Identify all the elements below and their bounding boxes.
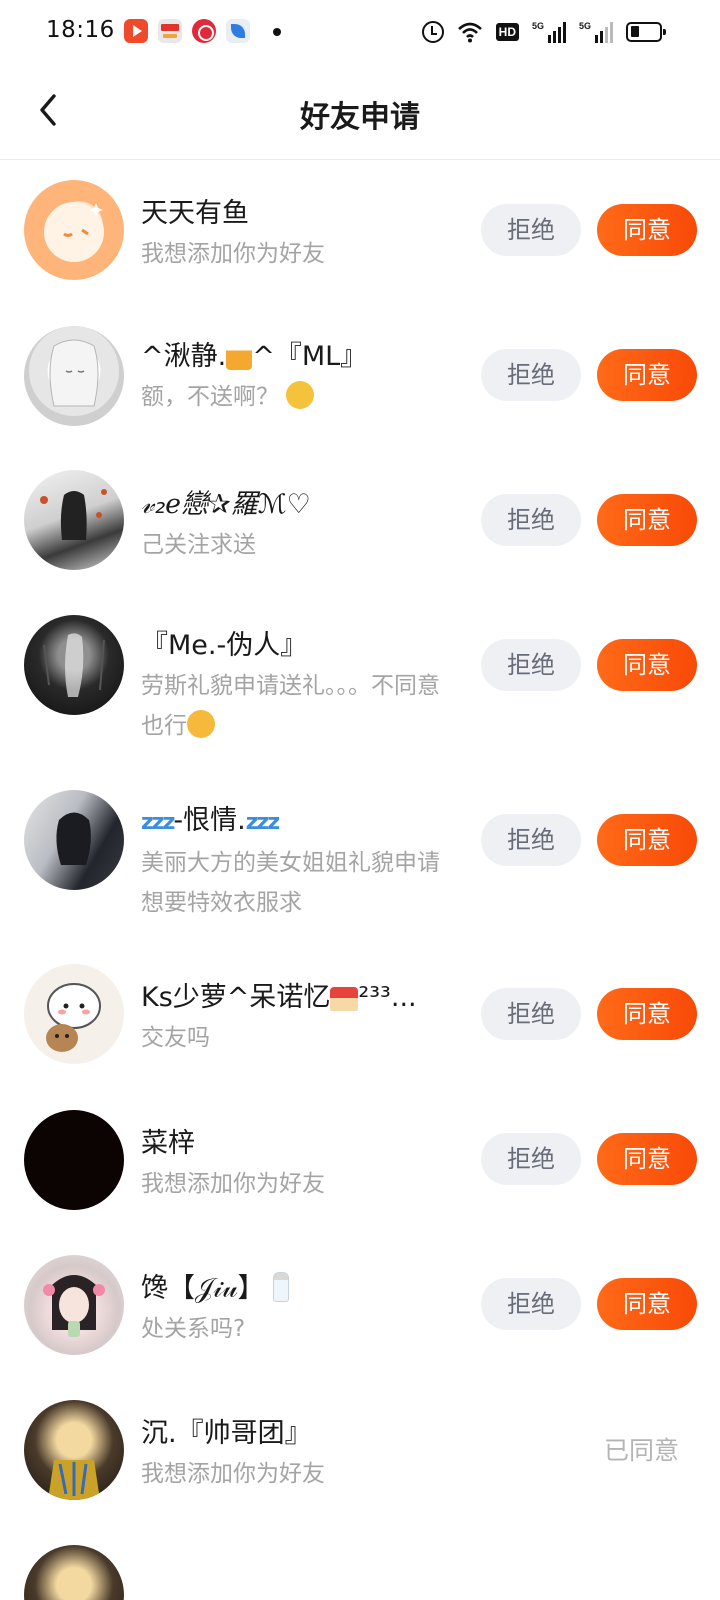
system-icons: HD 5G 5G <box>421 18 666 46</box>
list-item: 菜梓 我想添加你为好友 拒绝 同意 <box>0 1090 720 1235</box>
reject-button[interactable]: 拒绝 <box>481 1133 581 1185</box>
accept-button[interactable]: 同意 <box>597 204 697 256</box>
reject-button[interactable]: 拒绝 <box>481 349 581 401</box>
list-item: 沉.『帅哥团』 我想添加你为好友 已同意 <box>0 1380 720 1525</box>
accept-button[interactable]: 同意 <box>597 1133 697 1185</box>
status-time: 18:16 <box>46 17 115 43</box>
sleeping-zz-emoji-icon: zzz <box>141 810 175 835</box>
kissing-face-emoji-icon <box>187 710 215 738</box>
request-message: 交友吗 <box>141 1025 210 1051</box>
requester-name: ^湫静. ^『ML』 <box>141 341 368 372</box>
request-message: 我想添加你为好友 <box>141 1461 325 1487</box>
request-message: 我想添加你为好友 <box>141 241 325 267</box>
requester-name: Ks少萝^呆诺忆 ²³³... <box>141 982 417 1013</box>
list-item: 𝓋₂ℯ戀✰羅ℳ♡ 己关注求送 拒绝 同意 <box>0 451 720 596</box>
avatar[interactable] <box>24 1110 124 1210</box>
network-label: 5G <box>532 21 545 31</box>
more-notifications-dot-icon <box>273 28 281 36</box>
header: 好友申请 <box>0 64 720 160</box>
request-message: 劳斯礼貌申请送礼。。。不同意也行 <box>141 673 440 739</box>
accept-button[interactable]: 同意 <box>597 814 697 866</box>
avatar[interactable] <box>24 180 124 280</box>
status-bar: 18:16 HD 5G 5G <box>0 0 720 64</box>
reject-button[interactable]: 拒绝 <box>481 639 581 691</box>
beer-emoji-icon <box>226 342 253 370</box>
avatar[interactable] <box>24 1545 124 1600</box>
page-title: 好友申请 <box>300 100 420 135</box>
request-message: 美丽大方的美女姐姐礼貌申请想要特效衣服求 <box>141 850 440 916</box>
accept-button[interactable]: 同意 <box>597 639 697 691</box>
requester-name: 沉.『帅哥团』 <box>141 1418 312 1449</box>
hd-badge: HD <box>495 23 519 41</box>
list-item: ^湫静. ^『ML』 额，不送啊？ 拒绝 同意 <box>0 306 720 451</box>
network-label-2: 5G <box>579 21 592 31</box>
heart-app-icon <box>192 19 216 43</box>
downcast-sweat-emoji-icon <box>286 381 315 409</box>
reject-button[interactable]: 拒绝 <box>481 494 581 546</box>
reject-button[interactable]: 拒绝 <box>481 814 581 866</box>
reject-button[interactable]: 拒绝 <box>481 1278 581 1330</box>
avatar[interactable] <box>24 470 124 570</box>
list-item: 天天有鱼 我想添加你为好友 拒绝 同意 <box>0 161 720 306</box>
bird-app-icon <box>226 19 250 43</box>
requester-name: 天天有鱼 <box>141 198 249 229</box>
avatar[interactable] <box>24 326 124 426</box>
battery-icon <box>626 22 666 42</box>
list-item: Ks少萝^呆诺忆 ²³³... 交友吗 拒绝 同意 <box>0 945 720 1090</box>
requester-name: 『Me.-伪人』 <box>141 630 308 661</box>
avatar[interactable] <box>24 964 124 1064</box>
request-message: 处关系吗? <box>141 1316 246 1342</box>
requester-name: 馋【𝒥𝒾𝓊】 <box>141 1269 457 1309</box>
request-message: 我想添加你为好友 <box>141 1171 325 1197</box>
request-message: 己关注求送 <box>141 532 256 558</box>
video-app-icon <box>124 19 148 43</box>
avatar[interactable] <box>24 1400 124 1500</box>
accept-button[interactable]: 同意 <box>597 349 697 401</box>
wifi-icon <box>457 22 482 43</box>
signal-icon-2: 5G <box>579 21 613 43</box>
requester-name: 𝓋₂ℯ戀✰羅ℳ♡ <box>141 489 311 520</box>
requester-name: zzz-恨情.zzz <box>141 805 280 836</box>
request-message: 额，不送啊？ <box>141 377 457 417</box>
alarm-icon <box>421 21 444 43</box>
friend-request-list: 天天有鱼 我想添加你为好友 拒绝 同意 ^湫静. ^『ML』 额，不送啊？ 拒绝 … <box>0 161 720 1600</box>
cake-emoji-icon <box>330 987 359 1011</box>
accepted-status-label: 已同意 <box>604 1436 680 1465</box>
list-item: 馋【𝒥𝒾𝓊】 处关系吗? 拒绝 同意 <box>0 1235 720 1380</box>
list-item-partial <box>0 1525 720 1600</box>
accept-button[interactable]: 同意 <box>597 494 697 546</box>
list-item: zzz-恨情.zzz 美丽大方的美女姐姐礼貌申请想要特效衣服求 拒绝 同意 <box>0 771 720 945</box>
signal-icon: 5G <box>532 21 566 43</box>
reject-button[interactable]: 拒绝 <box>481 204 581 256</box>
list-item: 『Me.-伪人』 劳斯礼貌申请送礼。。。不同意也行 拒绝 同意 <box>0 596 720 771</box>
accept-button[interactable]: 同意 <box>597 1278 697 1330</box>
accept-button[interactable]: 同意 <box>597 988 697 1040</box>
reject-button[interactable]: 拒绝 <box>481 988 581 1040</box>
avatar[interactable] <box>24 1255 124 1355</box>
requester-name: 菜梓 <box>141 1128 195 1159</box>
salt-shaker-emoji-icon <box>273 1272 290 1302</box>
avatar[interactable] <box>24 615 124 715</box>
toutiao-news-icon <box>158 19 182 43</box>
avatar[interactable] <box>24 790 124 890</box>
sleeping-zz-emoji-icon: zzz <box>245 810 280 835</box>
